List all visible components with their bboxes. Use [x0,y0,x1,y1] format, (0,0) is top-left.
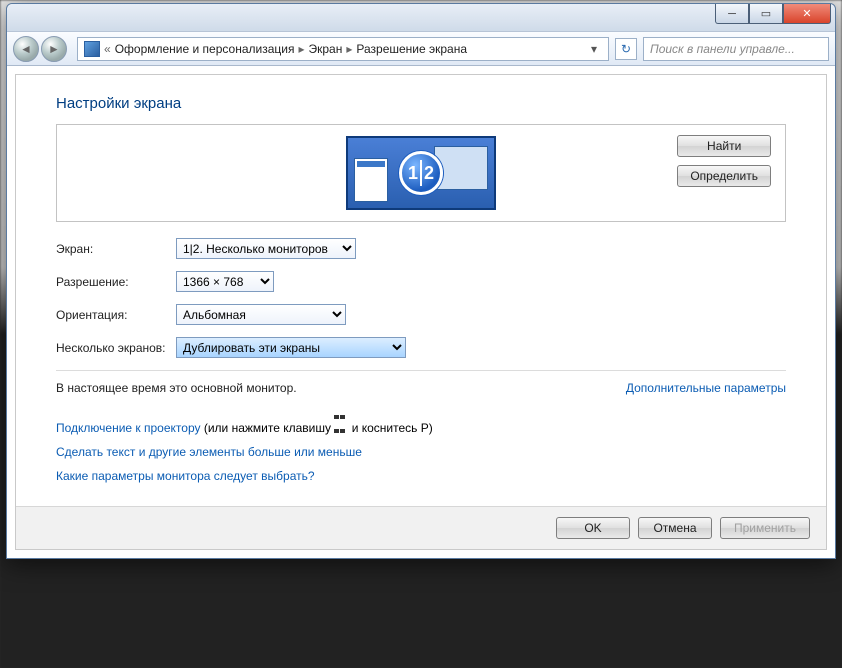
breadcrumb-item[interactable]: Оформление и персонализация [115,42,295,56]
dialog-footer: OK Отмена Применить [16,506,826,549]
multiple-displays-select[interactable]: Дублировать эти экраны [176,337,406,358]
advanced-settings-link[interactable]: Дополнительные параметры [626,381,786,395]
connect-projector-link[interactable]: Подключение к проектору [56,421,201,435]
refresh-button[interactable]: ↻ [615,38,637,60]
maximize-button[interactable]: ▭ [749,4,783,24]
titlebar: ─ ▭ ✕ [7,4,835,32]
projector-hint-b: и коснитесь P) [352,421,433,435]
divider [56,370,786,371]
control-panel-window: ─ ▭ ✕ ◄ ► « Оформление и персонализация … [6,3,836,559]
monitor-number-1: 1 [408,163,418,184]
content-frame: Настройки экрана 1 2 Найти Определить [15,74,827,550]
monitor-1-thumb [354,158,388,202]
ok-button[interactable]: OK [556,517,630,539]
close-button[interactable]: ✕ [783,4,831,24]
text-size-link[interactable]: Сделать текст и другие элементы больше и… [56,445,362,459]
apply-button[interactable]: Применить [720,517,810,539]
nav-forward-button[interactable]: ► [41,36,67,62]
cancel-button[interactable]: Отмена [638,517,712,539]
monitor-preview[interactable]: 1 2 [346,136,496,210]
resolution-label: Разрешение: [56,275,176,289]
orientation-label: Ориентация: [56,308,176,322]
display-preview-box: 1 2 Найти Определить [56,124,786,222]
nav-back-button[interactable]: ◄ [13,36,39,62]
navigation-bar: ◄ ► « Оформление и персонализация ▸ Экра… [7,32,835,66]
breadcrumb-separator-icon: ▸ [298,42,304,56]
control-panel-icon [84,41,100,57]
page-title: Настройки экрана [56,95,786,112]
multi-display-label: Несколько экранов: [56,341,176,355]
identify-button[interactable]: Определить [677,165,771,187]
breadcrumb-item[interactable]: Разрешение экрана [356,42,467,56]
monitor-number-badge: 1 2 [399,151,443,195]
breadcrumb-item[interactable]: Экран [308,42,342,56]
content: Настройки экрана 1 2 Найти Определить [16,75,826,506]
monitor-number-2: 2 [424,163,434,184]
windows-key-icon [334,409,348,421]
address-breadcrumbs[interactable]: « Оформление и персонализация ▸ Экран ▸ … [77,37,609,61]
primary-monitor-status: В настоящее время это основной монитор. [56,381,297,395]
display-select[interactable]: 1|2. Несколько мониторов [176,238,356,259]
breadcrumb-separator-icon: ▸ [346,42,352,56]
detect-button[interactable]: Найти [677,135,771,157]
projector-hint-a: (или нажмите клавишу [204,421,335,435]
breadcrumb-prefix: « [104,42,111,56]
help-link[interactable]: Какие параметры монитора следует выбрать… [56,469,315,483]
display-label: Экран: [56,242,176,256]
settings-form: Экран: 1|2. Несколько мониторов Разрешен… [56,238,786,358]
nav-back-forward: ◄ ► [13,36,71,62]
search-input[interactable]: Поиск в панели управле... [643,37,829,61]
orientation-select[interactable]: Альбомная [176,304,346,325]
address-dropdown-icon[interactable]: ▾ [586,42,602,56]
minimize-button[interactable]: ─ [715,4,749,24]
resolution-select[interactable]: 1366 × 768 [176,271,274,292]
